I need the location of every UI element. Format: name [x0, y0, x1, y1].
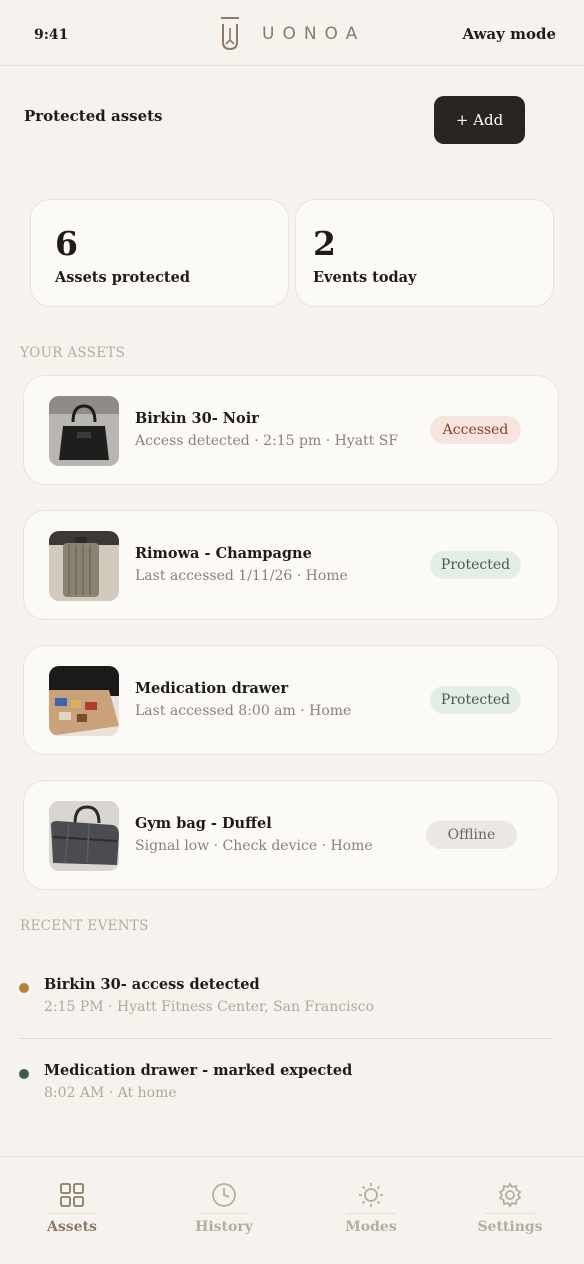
tab-underline [346, 1213, 396, 1214]
stat-value: 6 [55, 224, 78, 263]
clock-icon [211, 1182, 237, 1212]
brand-wordmark: UONOA [262, 24, 366, 44]
divider [19, 1038, 553, 1039]
tab-settings[interactable]: Settings [455, 1157, 565, 1257]
asset-subtitle: Last accessed 8:00 am · Home [135, 703, 352, 719]
asset-name: Gym bag - Duffel [135, 815, 272, 832]
tab-underline [47, 1213, 97, 1214]
stat-card-events: 2 Events today [295, 199, 554, 307]
tab-underline [485, 1213, 535, 1214]
gear-icon [497, 1182, 523, 1212]
tab-label: Modes [345, 1219, 397, 1235]
tab-modes[interactable]: Modes [316, 1157, 426, 1257]
tab-bar: Assets History Modes Settings [0, 1156, 584, 1264]
event-dot-icon [19, 1069, 29, 1079]
tab-label: Assets [47, 1219, 97, 1235]
page-title: Protected assets [24, 107, 163, 125]
tab-history[interactable]: History [169, 1157, 279, 1257]
stat-value: 2 [313, 224, 336, 263]
tab-underline [199, 1213, 249, 1214]
asset-name: Birkin 30- Noir [135, 410, 259, 427]
tab-label: Settings [477, 1219, 543, 1235]
asset-subtitle: Access detected · 2:15 pm · Hyatt SF [135, 433, 399, 449]
event-subtitle: 8:02 AM · At home [44, 1085, 177, 1101]
asset-name: Rimowa - Champagne [135, 545, 312, 562]
asset-thumbnail [49, 666, 119, 736]
status-badge: Protected [430, 686, 521, 714]
status-time: 9:41 [34, 27, 69, 43]
mode-toggle[interactable]: Away mode [462, 25, 556, 43]
brand-logo: UONOA [220, 16, 365, 52]
section-label-events: RECENT EVENTS [20, 918, 149, 934]
tab-assets[interactable]: Assets [17, 1157, 127, 1257]
event-title: Birkin 30- access detected [44, 976, 260, 993]
status-badge: Accessed [430, 416, 521, 444]
status-badge: Offline [426, 821, 517, 849]
asset-card[interactable]: Medication drawer Last accessed 8:00 am … [23, 645, 559, 755]
status-bar: 9:41 UONOA Away mode [0, 0, 584, 66]
stat-card-assets: 6 Assets protected [30, 199, 289, 307]
stat-label: Assets protected [55, 269, 190, 286]
event-subtitle: 2:15 PM · Hyatt Fitness Center, San Fran… [44, 999, 375, 1015]
add-asset-button[interactable]: + Add [434, 96, 525, 144]
asset-thumbnail [49, 531, 119, 601]
stat-label: Events today [313, 269, 417, 286]
brand-mark-icon [221, 17, 239, 51]
asset-name: Medication drawer [135, 680, 289, 697]
asset-thumbnail [49, 801, 119, 871]
status-badge: Protected [430, 551, 521, 579]
asset-card[interactable]: Birkin 30- Noir Access detected · 2:15 p… [23, 375, 559, 485]
section-label-assets: YOUR ASSETS [20, 345, 126, 361]
asset-thumbnail [49, 396, 119, 466]
asset-card[interactable]: Rimowa - Champagne Last accessed 1/11/26… [23, 510, 559, 620]
event-title: Medication drawer - marked expected [44, 1062, 353, 1079]
grid-icon [59, 1182, 85, 1212]
tab-label: History [195, 1219, 253, 1235]
asset-subtitle: Last accessed 1/11/26 · Home [135, 568, 348, 584]
asset-subtitle: Signal low · Check device · Home [135, 838, 373, 854]
event-dot-icon [19, 983, 29, 993]
asset-card[interactable]: Gym bag - Duffel Signal low · Check devi… [23, 780, 559, 890]
sun-icon [358, 1182, 384, 1212]
